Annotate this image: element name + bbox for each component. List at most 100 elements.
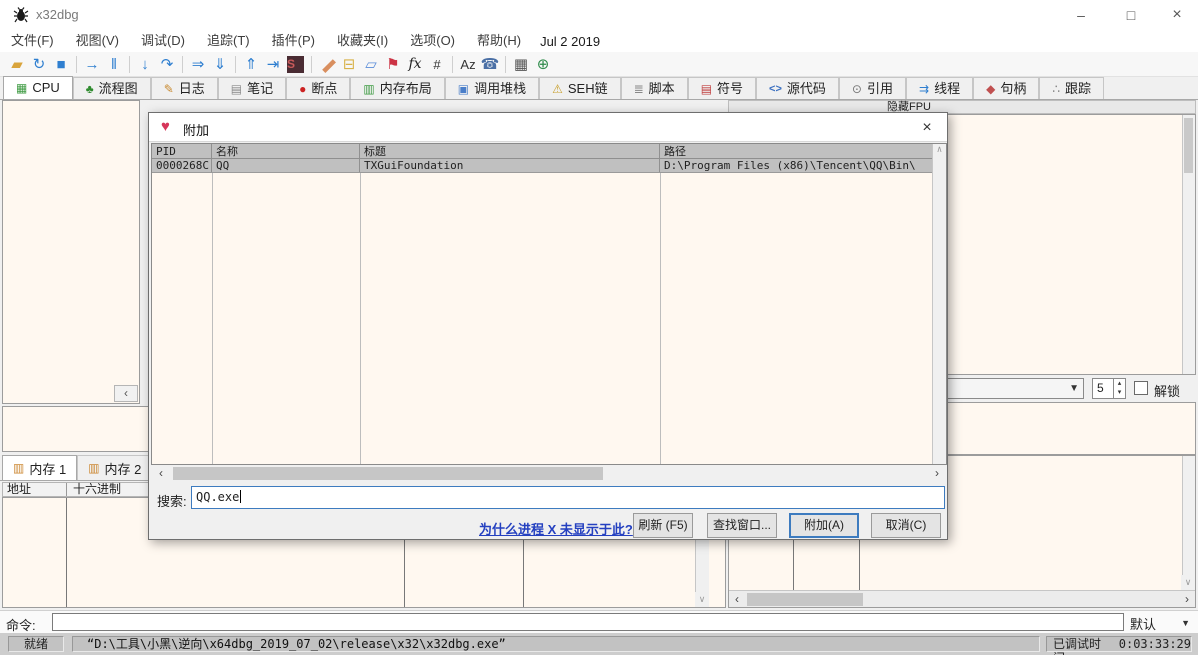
tab-seh[interactable]: ⚠SEH链 — [539, 77, 621, 99]
skip-icon[interactable]: ⇓ — [209, 54, 231, 75]
patches-icon[interactable]: ▬ — [316, 54, 338, 75]
search-label: 搜索: — [157, 491, 187, 510]
hash-icon[interactable]: # — [426, 54, 448, 75]
tab-breakpoints[interactable]: ●断点 — [286, 77, 350, 99]
tab-call-stack[interactable]: ▣调用堆栈 — [445, 77, 539, 99]
toolbar-separator — [311, 56, 312, 73]
menu-help[interactable]: 帮助(H) — [466, 30, 532, 52]
command-input[interactable] — [52, 613, 1124, 631]
scroll-down-icon[interactable]: ∨ — [1181, 575, 1195, 590]
minimize-icon[interactable]: – — [1066, 0, 1096, 30]
comments-icon[interactable]: ⊟ — [338, 54, 360, 75]
rows-spinner[interactable]: 5 ▴▾ — [1092, 378, 1126, 399]
run-icon[interactable]: → — [81, 54, 103, 75]
scrollbar-thumb[interactable] — [173, 467, 603, 480]
menu-options[interactable]: 选项(O) — [399, 30, 466, 52]
close-icon[interactable]: × — [1162, 0, 1192, 30]
scroll-left-icon[interactable]: ‹ — [153, 466, 169, 481]
table-scrollbar-vertical[interactable]: ∧ — [932, 144, 946, 464]
stack-scrollbar-horizontal[interactable]: ‹ › — [729, 590, 1195, 607]
refresh-button[interactable]: 刷新 (F5) — [633, 513, 693, 538]
menu-build-date[interactable]: Jul 2 2019 — [532, 34, 608, 49]
tab-script[interactable]: ≣脚本 — [621, 77, 688, 99]
calculator-icon[interactable]: ▦ — [510, 54, 532, 75]
handles-icon: ◆ — [986, 79, 995, 99]
why-not-shown-link[interactable]: 为什么进程 X 未显示于此? — [479, 519, 633, 538]
functions-icon[interactable]: fx — [404, 54, 426, 75]
tab-notes[interactable]: ▤笔记 — [218, 77, 286, 99]
column-header-title[interactable]: 标题 — [360, 144, 660, 158]
bookmarks-icon[interactable]: ⚑ — [382, 54, 404, 75]
pause-icon[interactable]: ‖ — [103, 54, 125, 75]
tab-label: 流程图 — [99, 79, 138, 99]
search-input[interactable]: QQ.exe — [191, 486, 945, 509]
menu-debug[interactable]: 调试(D) — [130, 30, 196, 52]
scroll-left-icon[interactable]: ‹ — [729, 592, 745, 607]
column-header-pid[interactable]: PID — [152, 144, 212, 158]
labels-icon[interactable]: ▱ — [360, 54, 382, 75]
column-header-path[interactable]: 路径 — [660, 144, 933, 158]
maximize-icon[interactable]: □ — [1116, 0, 1146, 30]
table-scrollbar-horizontal[interactable]: ‹ › — [151, 465, 947, 481]
process-row-selected[interactable]: 0000268C QQ TXGuiFoundation D:\Program F… — [152, 159, 933, 173]
unlock-checkbox[interactable] — [1134, 381, 1148, 395]
run-to-user-code-icon[interactable]: ⇥ — [262, 54, 284, 75]
tab-symbols[interactable]: ▤符号 — [688, 77, 756, 99]
scroll-right-icon[interactable]: › — [929, 466, 945, 481]
seh-chain-icon[interactable]: S — [287, 56, 304, 73]
tab-memory-map[interactable]: ▥内存布局 — [350, 77, 444, 99]
tab-source[interactable]: <>源代码 — [756, 77, 839, 99]
dump-tab-label: 内存 1 — [29, 459, 66, 478]
tab-label: 线程 — [934, 79, 960, 99]
disassembly-scroll-left[interactable]: ‹ — [114, 385, 138, 402]
globe-icon[interactable]: ⊕ — [532, 54, 554, 75]
tab-references[interactable]: ⊙引用 — [839, 77, 906, 99]
tab-log[interactable]: ✎日志 — [151, 77, 218, 99]
scroll-right-icon[interactable]: › — [1179, 592, 1195, 607]
open-file-icon[interactable]: ▰ — [6, 54, 28, 75]
scroll-up-icon[interactable]: ∧ — [933, 145, 946, 155]
scroll-down-icon[interactable]: ∨ — [695, 592, 709, 607]
registers-scrollbar[interactable] — [1182, 115, 1195, 374]
tab-cpu[interactable]: ▦CPU — [3, 76, 73, 99]
spinner-arrows[interactable]: ▴▾ — [1113, 379, 1125, 398]
stop-icon[interactable]: ■ — [50, 54, 72, 75]
execute-till-return-icon[interactable]: ⇑ — [240, 54, 262, 75]
run-trace-icon[interactable]: ⇒ — [187, 54, 209, 75]
stack-scrollbar-vertical[interactable]: ∨ — [1182, 456, 1195, 590]
menu-plugins[interactable]: 插件(P) — [261, 30, 326, 52]
find-window-button[interactable]: 查找窗口... — [707, 513, 777, 538]
phone-icon[interactable]: ☎ — [479, 54, 501, 75]
scrollbar-thumb[interactable] — [747, 593, 863, 606]
step-into-icon[interactable]: ↓ — [134, 54, 156, 75]
column-header-name[interactable]: 名称 — [212, 144, 360, 158]
spin-up-icon[interactable]: ▴ — [1118, 380, 1122, 387]
references-icon: ⊙ — [852, 79, 862, 99]
disassembly-pane[interactable] — [2, 100, 140, 404]
menu-view[interactable]: 视图(V) — [65, 30, 130, 52]
tab-threads[interactable]: ⇉线程 — [906, 77, 973, 99]
restart-icon[interactable]: ↻ — [28, 54, 50, 75]
tab-dump-2[interactable]: ▥内存 2 — [77, 455, 152, 480]
tab-handles[interactable]: ◆句柄 — [973, 77, 1039, 99]
command-profile-combobox[interactable]: 默认 ▼ — [1130, 614, 1192, 631]
bug-icon — [13, 7, 29, 23]
menu-favourites[interactable]: 收藏夹(I) — [326, 30, 399, 52]
toolbar-separator — [129, 56, 130, 73]
tab-dump-1[interactable]: ▥内存 1 — [2, 455, 77, 480]
strings-icon[interactable]: Az — [457, 54, 479, 75]
step-over-icon[interactable]: ↷ — [156, 54, 178, 75]
dialog-title: 附加 — [183, 120, 209, 139]
spin-down-icon[interactable]: ▾ — [1118, 389, 1122, 396]
attach-button[interactable]: 附加(A) — [789, 513, 859, 538]
dialog-close-icon[interactable]: × — [915, 116, 939, 140]
memory-map-icon: ▥ — [363, 79, 374, 99]
heart-icon: ♥ — [161, 118, 170, 135]
menu-trace[interactable]: 追踪(T) — [196, 30, 261, 52]
tab-trace[interactable]: ∴跟踪 — [1039, 77, 1104, 99]
tab-graph[interactable]: ♣流程图 — [73, 77, 151, 99]
scrollbar-thumb[interactable] — [1184, 118, 1193, 173]
cancel-button[interactable]: 取消(C) — [871, 513, 941, 538]
notes-icon: ▤ — [231, 79, 242, 99]
menu-file[interactable]: 文件(F) — [0, 30, 65, 52]
